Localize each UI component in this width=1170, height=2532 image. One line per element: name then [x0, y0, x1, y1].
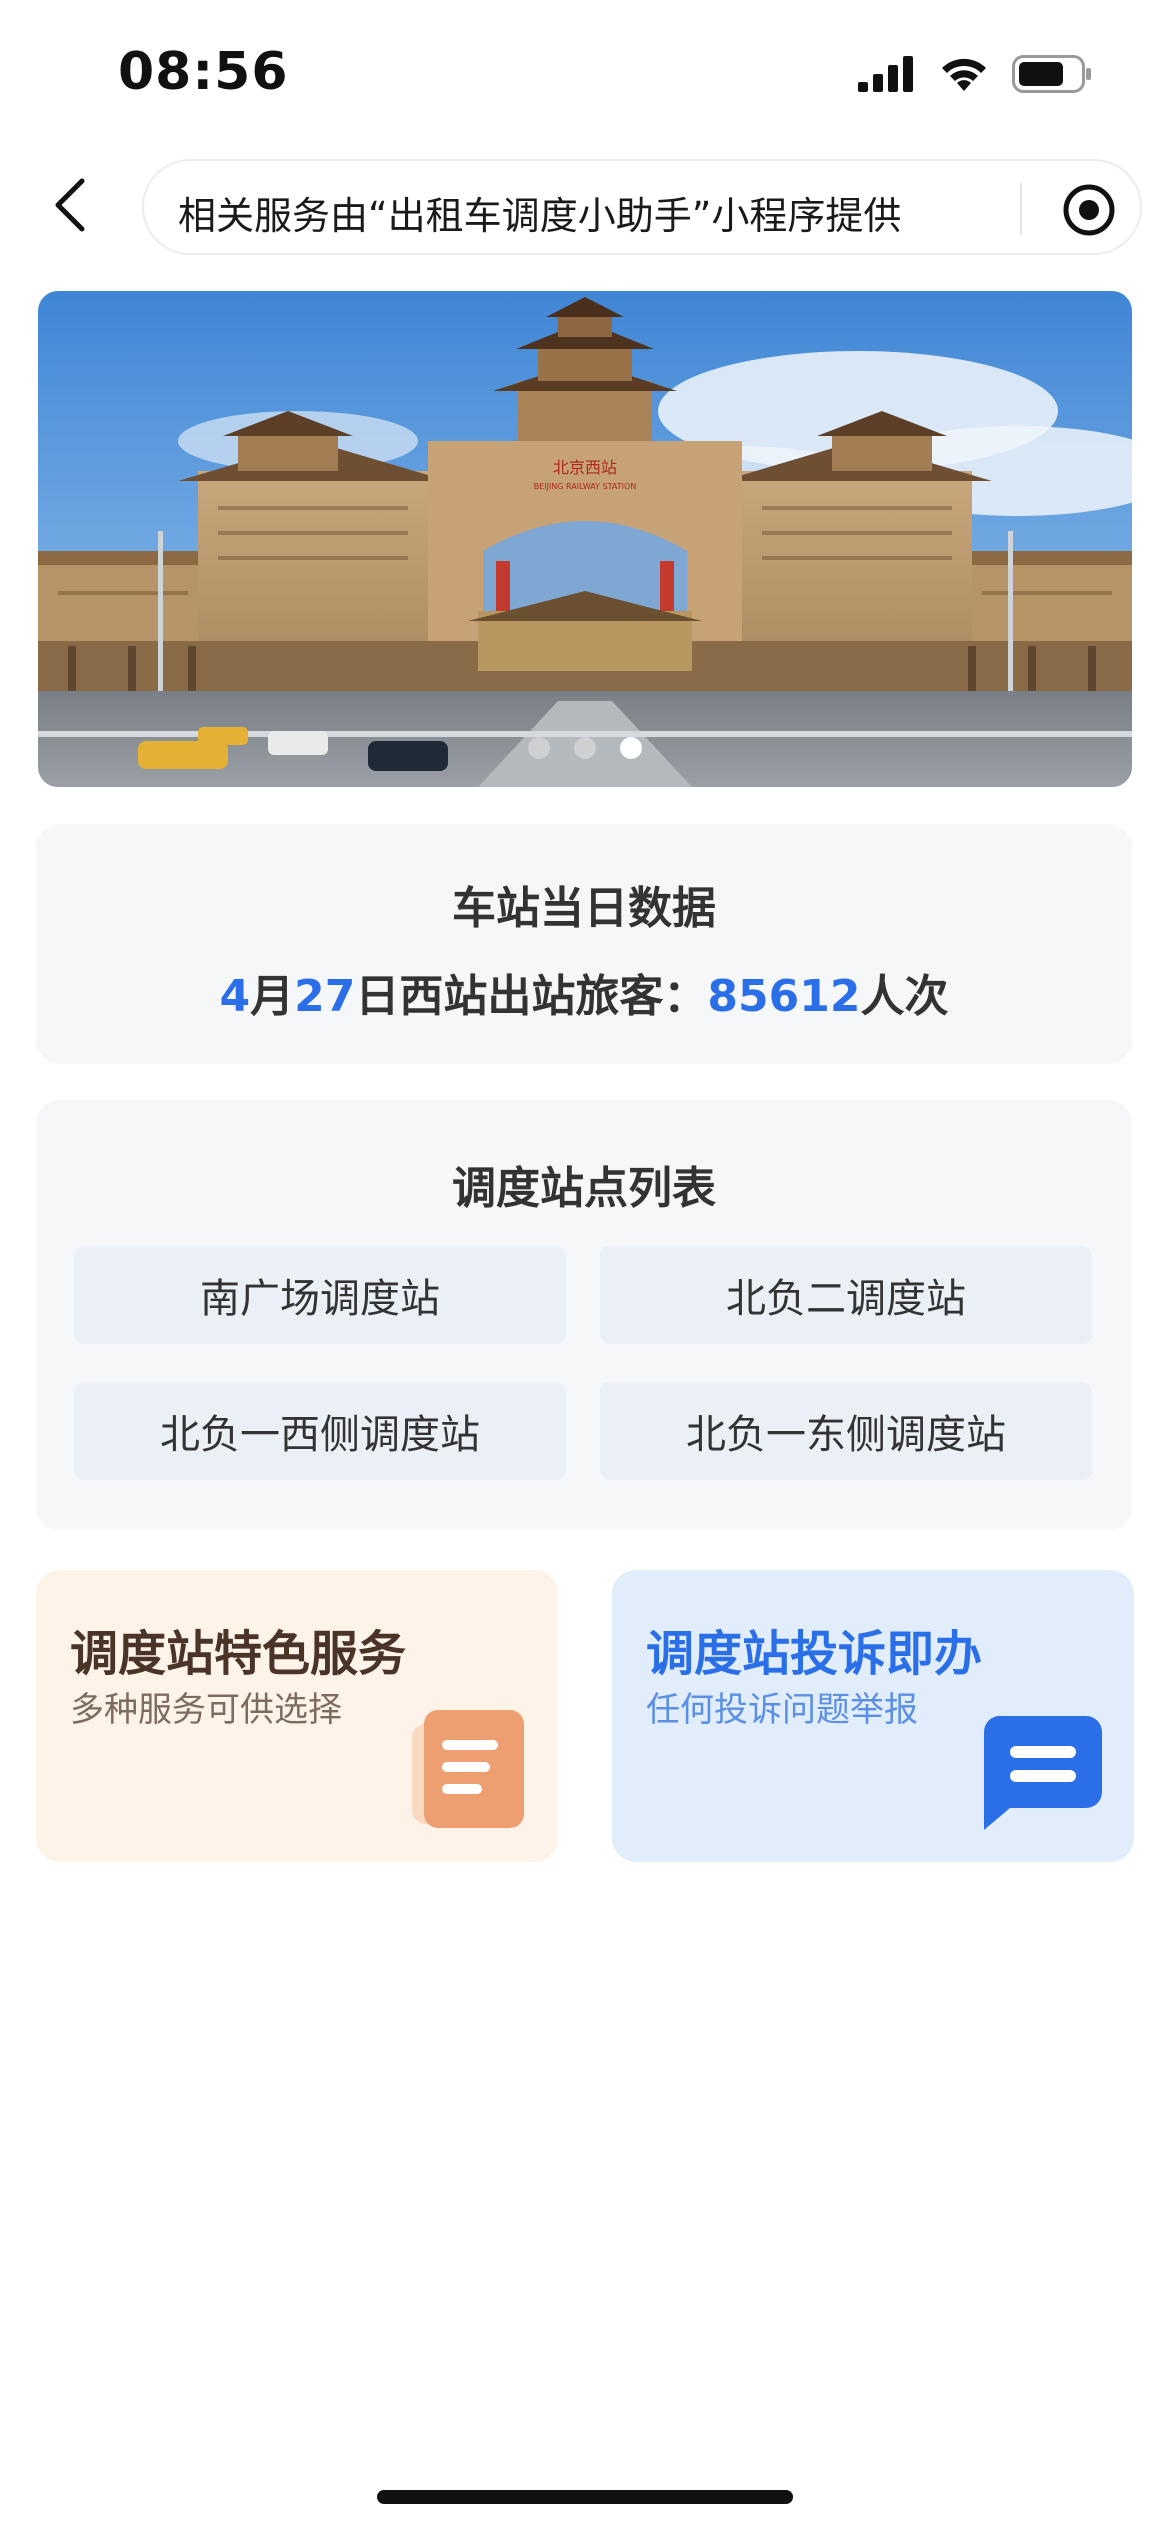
- banner-pagination: [38, 737, 1132, 759]
- station-sign-text: 北京西站: [553, 458, 617, 477]
- station-button-north-b1-west[interactable]: 北负一西侧调度站: [74, 1382, 566, 1480]
- special-services-title: 调度站特色服务: [70, 1626, 407, 1682]
- daily-stats-title: 车站当日数据: [452, 883, 716, 934]
- nav-bar: 相关服务由“出租车调度小助手”小程序提供: [0, 155, 1170, 255]
- special-services-card[interactable]: 调度站特色服务 多种服务可供选择: [36, 1570, 558, 1862]
- status-icons: [858, 55, 1092, 93]
- complaint-title: 调度站投诉即办: [646, 1626, 983, 1682]
- stats-month-unit: 月: [250, 971, 295, 1022]
- stats-month: 4: [219, 971, 251, 1022]
- station-button-north-b1-east[interactable]: 北负一东侧调度站: [600, 1382, 1092, 1480]
- service-notice-text: 相关服务由“出租车调度小助手”小程序提供: [178, 194, 902, 238]
- banner-dot[interactable]: [574, 737, 596, 759]
- signal-icon: [858, 56, 913, 92]
- chat-icon: [983, 1715, 1102, 1830]
- record-icon[interactable]: [1062, 183, 1116, 237]
- document-icon: [412, 1710, 524, 1828]
- stats-day: 27: [294, 971, 356, 1022]
- banner-dot-active[interactable]: [620, 737, 642, 759]
- banner-dot[interactable]: [528, 737, 550, 759]
- divider: [1020, 183, 1022, 235]
- daily-stats-card: 车站当日数据 4月27日西站出站旅客：85612人次: [36, 824, 1132, 1064]
- station-banner[interactable]: 北京西站 BEIJING RAILWAY STATION: [38, 291, 1132, 787]
- status-time: 08:56: [118, 42, 289, 102]
- status-bar: 08:56: [0, 0, 1170, 150]
- station-button-north-b2[interactable]: 北负二调度站: [600, 1246, 1092, 1344]
- stats-day-text: 日西站出站旅客：: [355, 971, 708, 1022]
- complaint-card[interactable]: 调度站投诉即办 任何投诉问题举报: [612, 1570, 1134, 1862]
- station-sign-sub: BEIJING RAILWAY STATION: [534, 482, 637, 491]
- station-button-south-square[interactable]: 南广场调度站: [74, 1246, 566, 1344]
- stats-count-unit: 人次: [860, 971, 949, 1022]
- daily-stats-line: 4月27日西站出站旅客：85612人次: [36, 960, 1132, 1024]
- stats-count: 85612: [707, 971, 861, 1022]
- chevron-left-icon: [55, 178, 85, 232]
- special-services-subtitle: 多种服务可供选择: [70, 1690, 342, 1730]
- home-indicator[interactable]: [377, 2490, 793, 2504]
- station-photo: 北京西站 BEIJING RAILWAY STATION: [38, 291, 1132, 787]
- stations-card: 调度站点列表 南广场调度站 北负二调度站 北负一西侧调度站 北负一东侧调度站: [36, 1100, 1132, 1530]
- back-button[interactable]: [40, 175, 100, 235]
- service-notice[interactable]: 相关服务由“出租车调度小助手”小程序提供: [142, 159, 1142, 255]
- complaint-subtitle: 任何投诉问题举报: [646, 1690, 918, 1730]
- wifi-icon: [942, 58, 986, 91]
- stations-title: 调度站点列表: [452, 1163, 716, 1214]
- battery-icon: [1012, 55, 1091, 93]
